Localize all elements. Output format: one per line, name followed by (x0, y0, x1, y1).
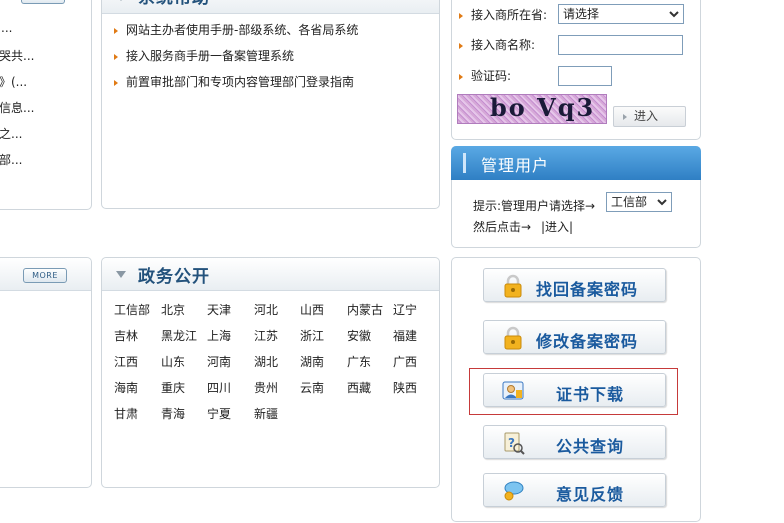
admin-enter-link[interactable]: |进入| (541, 218, 573, 235)
province-link[interactable]: 西藏 (347, 379, 371, 396)
province-link[interactable]: 工信部 (114, 301, 150, 318)
province-link[interactable]: 河北 (254, 301, 278, 318)
lock-icon (504, 326, 522, 350)
province-link[interactable]: 湖北 (254, 353, 278, 370)
province-link[interactable]: 湖南 (300, 353, 324, 370)
arrow-bullet-icon (459, 73, 463, 80)
chevron-down-icon (669, 11, 679, 18)
recover-password-button[interactable]: 找回备案密码 (483, 268, 666, 302)
more-button-top[interactable] (21, 0, 65, 4)
province-link[interactable]: 吉林 (114, 327, 138, 344)
lock-icon (504, 274, 522, 298)
province-link[interactable]: 天津 (207, 301, 231, 318)
province-label: 接入商所在省: (471, 8, 548, 22)
province-link[interactable]: 上海 (207, 327, 231, 344)
left-fragment-6[interactable]: 部... (0, 151, 22, 168)
left-fragment-4[interactable]: 信息... (0, 99, 34, 116)
province-link[interactable]: 内蒙古 (347, 301, 383, 318)
feedback-icon (504, 481, 524, 501)
province-link[interactable]: 黑龙江 (161, 327, 197, 344)
left-panel-top: ... 哭共... 》(... 信息... 之... 部... (0, 0, 92, 210)
change-password-label: 修改备案密码 (536, 332, 639, 351)
province-link[interactable]: 安徽 (347, 327, 371, 344)
change-password-button[interactable]: 修改备案密码 (483, 320, 666, 354)
left-fragment-1[interactable]: ... (1, 21, 12, 35)
help-link-2[interactable]: 接入服务商手册一备案管理系统 (114, 43, 358, 69)
login-enter-button[interactable]: 进入 (613, 106, 686, 127)
admin-select[interactable]: 工信部 (606, 192, 672, 212)
gov-affairs-title: 政务公开 (138, 267, 210, 287)
gov-affairs-panel: 政务公开 工信部 北京 天津 河北 山西 内蒙古 辽宁吉林 黑龙江 上海 江苏 浙江 安徽 福建江西 山东… (101, 257, 440, 488)
more-button-bottom[interactable]: MORE (23, 268, 67, 283)
left-panel-bottom: MORE (0, 257, 92, 488)
province-link[interactable]: 海南 (114, 379, 138, 396)
province-link[interactable]: 甘肃 (114, 405, 138, 422)
province-link[interactable]: 山东 (161, 353, 185, 370)
code-label: 验证码: (471, 69, 512, 83)
province-link[interactable]: 贵州 (254, 379, 278, 396)
arrow-bullet-icon (114, 79, 118, 86)
provider-name-input[interactable] (558, 35, 683, 55)
province-select[interactable]: 请选择 (558, 4, 684, 24)
chevron-down-icon (657, 199, 667, 206)
arrow-bullet-icon (459, 42, 463, 49)
left-fragment-5[interactable]: 之... (0, 125, 22, 142)
province-link[interactable]: 福建 (393, 327, 417, 344)
captcha-image[interactable]: bo Vq3 (457, 94, 607, 124)
name-row: 接入商名称: (459, 36, 535, 53)
help-link-1[interactable]: 网站主办者使用手册-部级系统、各省局系统 (114, 17, 358, 43)
province-link[interactable]: 重庆 (161, 379, 185, 396)
code-row: 验证码: (459, 67, 511, 84)
feedback-button[interactable]: 意见反馈 (483, 473, 666, 507)
highlight-box (469, 368, 678, 415)
province-row: 接入商所在省: (459, 6, 547, 23)
admin-then-text: 然后点击→ (473, 220, 532, 234)
public-query-button[interactable]: ? 公共查询 (483, 425, 666, 459)
province-link[interactable]: 北京 (161, 301, 185, 318)
collapse-triangle-icon (116, 271, 126, 278)
admin-header: 管理用户 (451, 146, 701, 180)
feedback-label: 意见反馈 (556, 485, 625, 504)
captcha-input[interactable] (558, 66, 612, 86)
arrow-bullet-icon (114, 27, 118, 34)
admin-title: 管理用户 (481, 156, 550, 175)
province-link[interactable]: 山西 (300, 301, 324, 318)
arrow-bullet-icon (114, 53, 118, 60)
collapse-triangle-icon (116, 0, 126, 1)
left-fragment-3[interactable]: 》(... (0, 73, 27, 90)
recover-password-label: 找回备案密码 (536, 280, 639, 299)
province-link[interactable]: 浙江 (300, 327, 324, 344)
province-link[interactable]: 陕西 (393, 379, 417, 396)
province-link[interactable]: 广西 (393, 353, 417, 370)
province-link[interactable]: 云南 (300, 379, 324, 396)
more-button-label: MORE (32, 271, 58, 280)
name-label: 接入商名称: (471, 38, 536, 52)
query-icon: ? (504, 432, 525, 455)
province-link[interactable]: 四川 (207, 379, 231, 396)
public-query-label: 公共查询 (556, 437, 625, 456)
help-link-3[interactable]: 前置审批部门和专项内容管理部门登录指南 (114, 69, 358, 95)
province-link[interactable]: 江苏 (254, 327, 278, 344)
province-link[interactable]: 新疆 (254, 405, 278, 422)
province-link[interactable]: 辽宁 (393, 301, 417, 318)
system-help-links: 网站主办者使用手册-部级系统、各省局系统 接入服务商手册一备案管理系统 前置审批… (114, 17, 358, 95)
system-help-panel: 系统帮助 网站主办者使用手册-部级系统、各省局系统 接入服务商手册一备案管理系统… (101, 0, 440, 209)
province-link[interactable]: 宁夏 (207, 405, 231, 422)
province-link[interactable]: 青海 (161, 405, 185, 422)
system-help-title: 系统帮助 (138, 0, 210, 8)
system-help-header: 系统帮助 (102, 0, 439, 14)
province-link[interactable]: 河南 (207, 353, 231, 370)
header-bar-icon (463, 153, 466, 173)
gov-affairs-header: 政务公开 (102, 258, 439, 291)
arrow-bullet-icon (459, 12, 463, 19)
province-link[interactable]: 广东 (347, 353, 371, 370)
left-fragment-2[interactable]: 哭共... (0, 47, 34, 64)
admin-hint: 提示:管理用户请选择→ (473, 199, 596, 213)
province-link[interactable]: 江西 (114, 353, 138, 370)
